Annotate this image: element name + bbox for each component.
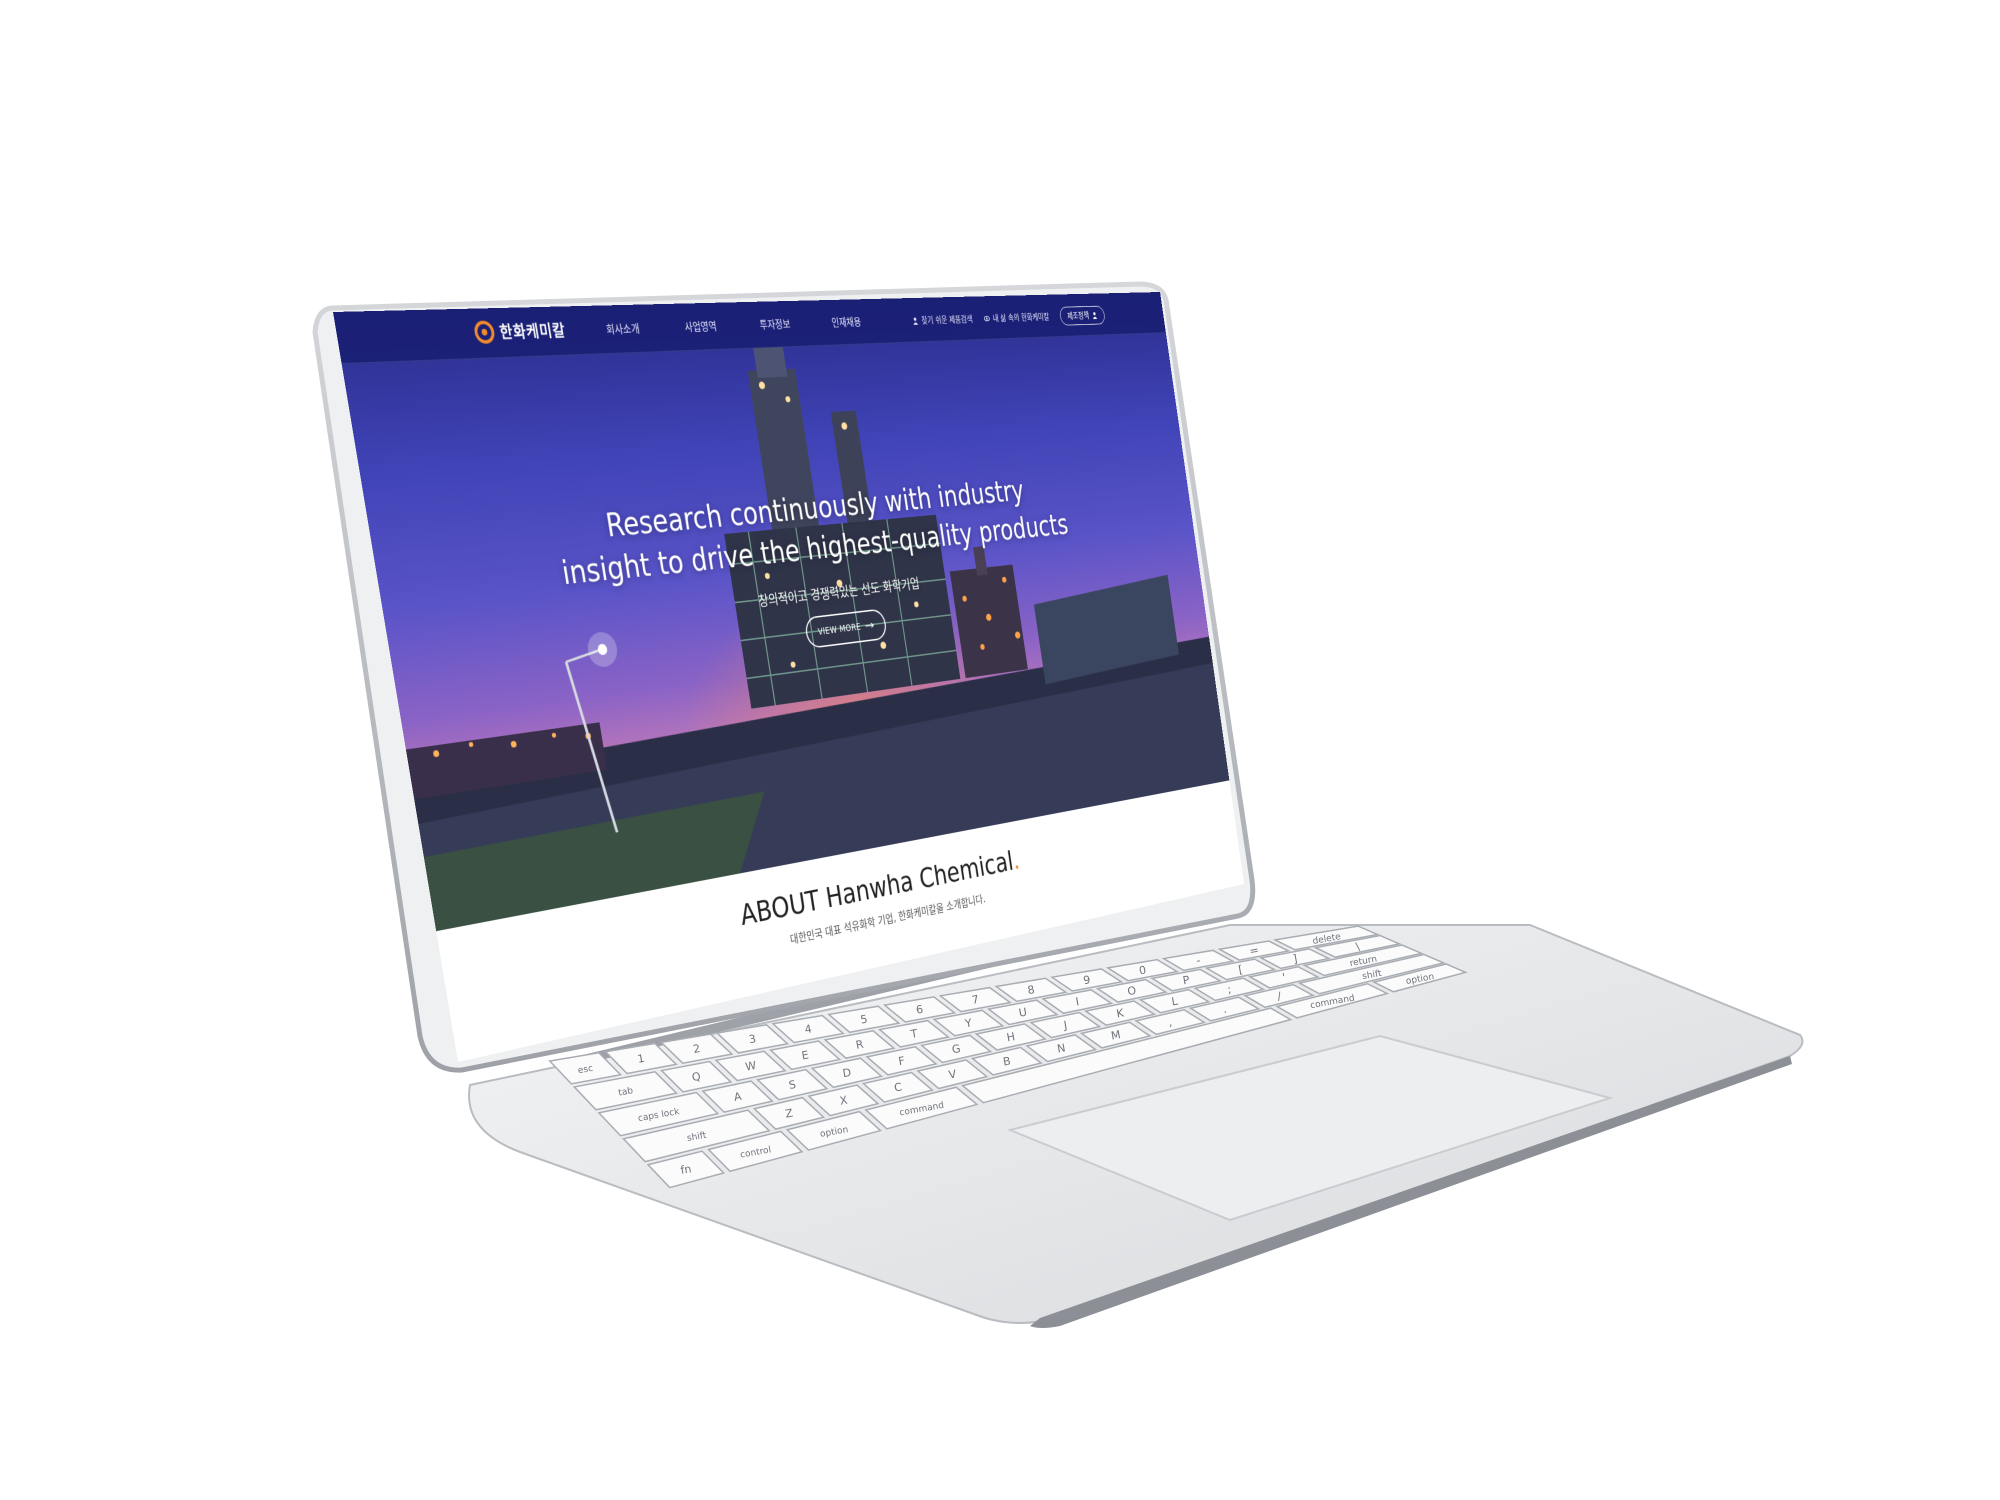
nav-item-company[interactable]: 회사소개 (605, 320, 641, 337)
view-more-label: VIEW MORE (817, 621, 861, 637)
life-link[interactable]: 내 삶 속의 한화케미칼 (983, 311, 1050, 325)
person-icon (912, 317, 919, 325)
logo-text: 한화케미칼 (498, 318, 567, 343)
eye-icon (983, 315, 990, 323)
product-search-label: 찾기 쉬운 제품검색 (921, 313, 974, 327)
hanwha-logo-icon (473, 320, 496, 344)
brand-logo[interactable]: 한화케미칼 (473, 318, 567, 344)
life-label: 내 삶 속의 한화케미칼 (992, 311, 1050, 325)
nav-item-investor[interactable]: 투자정보 (759, 316, 792, 332)
product-search-link[interactable]: 찾기 쉬운 제품검색 (911, 313, 973, 327)
arrow-right-icon (865, 622, 875, 629)
policy-button[interactable]: 제조정책 (1059, 306, 1106, 326)
person-icon (1091, 311, 1097, 319)
policy-button-label: 제조정책 (1067, 310, 1090, 322)
main-menu: 회사소개 사업영역 투자정보 인재채용 (605, 314, 862, 337)
nav-item-business[interactable]: 사업영역 (683, 318, 717, 334)
laptop-mockup-scene: esc 1 2 3 4 5 6 7 8 9 0- = delete tab Q W E R T Y U I O P[] \ cap… (0, 0, 2000, 1500)
utility-links: 찾기 쉬운 제품검색 내 삶 속의 한화케미칼 제조정책 (911, 306, 1106, 331)
nav-item-careers[interactable]: 인재채용 (831, 314, 862, 330)
